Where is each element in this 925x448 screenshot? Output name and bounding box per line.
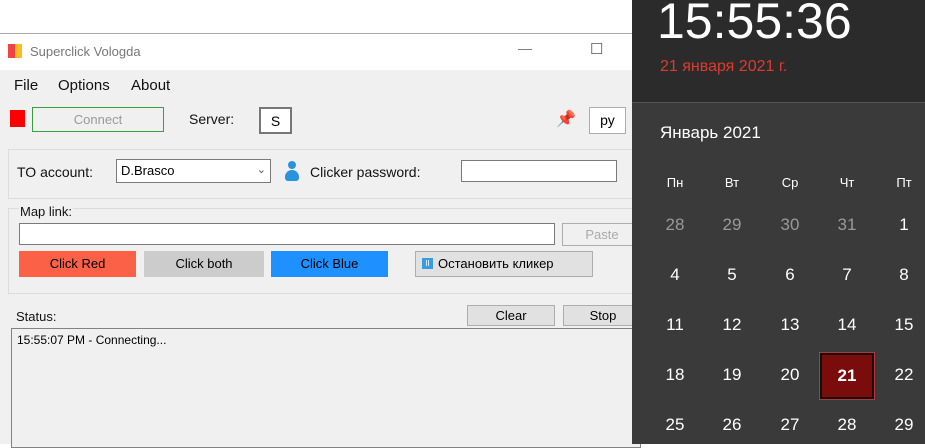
connect-button[interactable]: Connect xyxy=(32,107,164,132)
maximize-button[interactable]: ☐ xyxy=(590,40,603,58)
stop-button[interactable]: Stop xyxy=(563,305,643,326)
weekday-header: Ср xyxy=(781,175,799,190)
calendar-day[interactable]: 31 xyxy=(819,215,875,235)
minimize-button[interactable]: — xyxy=(518,40,532,56)
calendar-month[interactable]: Январь 2021 xyxy=(660,123,761,143)
stop-clicker-button[interactable]: II Остановить кликер xyxy=(415,251,593,277)
click-blue-button[interactable]: Click Blue xyxy=(271,251,388,277)
password-label: Clicker password: xyxy=(310,164,421,180)
password-input[interactable] xyxy=(461,160,617,182)
click-both-button[interactable]: Click both xyxy=(144,251,264,277)
status-log[interactable]: 15:55:07 PM - Connecting... xyxy=(11,328,641,448)
app-window: Superclick Vologda — ☐ File Options Abou… xyxy=(0,33,648,448)
weekday-header: Вт xyxy=(724,175,740,190)
server-field[interactable]: S xyxy=(259,107,292,134)
calendar-day[interactable]: 11 xyxy=(647,315,703,335)
user-icon xyxy=(285,161,299,181)
calendar-body: Январь 2021 Пн Вт Ср Чт Пт 28 29 30 31 1 4 5 6 7 8 11 12… xyxy=(632,102,925,444)
calendar-day[interactable]: 5 xyxy=(704,265,760,285)
connection-status-indicator xyxy=(10,110,25,127)
map-link-input[interactable] xyxy=(19,223,555,245)
calendar-day[interactable]: 19 xyxy=(704,365,760,385)
calendar-flyout: 15:55:36 21 января 2021 г. Январь 2021 П… xyxy=(632,0,925,444)
calendar-day[interactable]: 27 xyxy=(762,415,818,435)
app-icon xyxy=(8,44,22,58)
calendar-day-today[interactable]: 21 xyxy=(819,352,875,400)
calendar-day[interactable]: 4 xyxy=(647,265,703,285)
window-title: Superclick Vologda xyxy=(30,44,141,59)
chevron-down-icon: ⌄ xyxy=(256,164,266,176)
clear-button[interactable]: Clear xyxy=(467,305,555,326)
menu-file[interactable]: File xyxy=(14,77,38,94)
language-field[interactable]: ру xyxy=(589,107,626,134)
menu-options[interactable]: Options xyxy=(58,77,110,94)
click-red-button[interactable]: Click Red xyxy=(19,251,136,277)
calendar-day[interactable]: 29 xyxy=(704,215,760,235)
weekday-header: Пт xyxy=(896,175,912,190)
calendar-day[interactable]: 22 xyxy=(876,365,925,385)
map-link-label: Map link: xyxy=(19,204,74,219)
calendar-day[interactable]: 30 xyxy=(762,215,818,235)
calendar-day[interactable]: 25 xyxy=(647,415,703,435)
weekday-header: Чт xyxy=(839,175,855,190)
calendar-day[interactable]: 18 xyxy=(647,365,703,385)
status-label: Status: xyxy=(16,309,57,324)
calendar-day[interactable]: 28 xyxy=(647,215,703,235)
calendar-day[interactable]: 8 xyxy=(876,265,925,285)
weekday-header: Пн xyxy=(666,175,684,190)
calendar-day[interactable]: 20 xyxy=(762,365,818,385)
account-select[interactable]: D.Brasco ⌄ xyxy=(116,159,271,183)
paste-button[interactable]: Paste xyxy=(562,223,642,246)
calendar-day[interactable]: 29 xyxy=(876,415,925,435)
calendar-day[interactable]: 1 xyxy=(876,215,925,235)
stop-clicker-label: Остановить кликер xyxy=(438,256,554,271)
calendar-day[interactable]: 13 xyxy=(762,315,818,335)
calendar-day[interactable]: 28 xyxy=(819,415,875,435)
calendar-day[interactable]: 14 xyxy=(819,315,875,335)
clock-date[interactable]: 21 января 2021 г. xyxy=(660,58,787,76)
server-label: Server: xyxy=(189,111,235,127)
calendar-day[interactable]: 6 xyxy=(762,265,818,285)
calendar-day[interactable]: 15 xyxy=(876,315,925,335)
clock-time: 15:55:36 xyxy=(657,0,852,49)
calendar-day[interactable]: 26 xyxy=(704,415,760,435)
title-bar: Superclick Vologda — ☐ xyxy=(0,34,632,70)
pause-icon: II xyxy=(422,258,433,269)
account-label: TO account: xyxy=(17,164,94,180)
calendar-day[interactable]: 7 xyxy=(819,265,875,285)
log-line: 15:55:07 PM - Connecting... xyxy=(17,333,167,347)
menu-about[interactable]: About xyxy=(131,77,170,94)
account-value: D.Brasco xyxy=(121,163,175,178)
calendar-day[interactable]: 12 xyxy=(704,315,760,335)
pin-icon[interactable]: 📌 xyxy=(556,109,576,129)
